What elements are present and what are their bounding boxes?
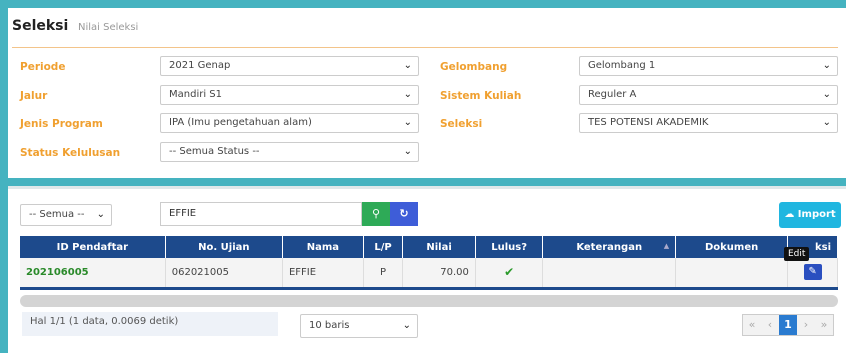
check-icon: ✔ <box>504 265 515 280</box>
col-nilai[interactable]: Nilai <box>402 236 476 258</box>
col-keterangan-label: Keterangan <box>576 241 643 253</box>
cell-nama: EFFIE <box>282 258 364 290</box>
status-kelulusan-value: -- Semua Status -- <box>169 146 260 157</box>
cell-no-ujian: 062021005 <box>165 258 283 290</box>
periode-select[interactable]: 2021 Genap ⌄ <box>160 56 419 76</box>
table-row: 202106005 062021005 EFFIE P 70.00 ✔ ✎ <box>20 258 838 290</box>
chevron-down-icon: ⌄ <box>403 89 412 100</box>
gelombang-value: Gelombang 1 <box>588 60 656 71</box>
cell-keterangan <box>542 258 677 290</box>
next-page-button[interactable]: › <box>797 315 815 335</box>
chevron-down-icon: ⌄ <box>822 60 831 71</box>
jalur-label: Jalur <box>20 90 48 102</box>
search-input[interactable]: EFFIE <box>160 202 362 226</box>
seleksi-select[interactable]: TES POTENSI AKADEMIK ⌄ <box>579 113 838 133</box>
periode-value: 2021 Genap <box>169 60 231 71</box>
jenis-program-label: Jenis Program <box>20 118 103 130</box>
seleksi-value: TES POTENSI AKADEMIK <box>588 117 709 128</box>
chevron-down-icon: ⌄ <box>96 209 105 220</box>
col-lulus[interactable]: Lulus? <box>475 236 544 258</box>
results-panel: -- Semua -- ⌄ EFFIE ⚲ ↻ ☁ Import ID Pend… <box>8 186 846 353</box>
page-1-button[interactable]: 1 <box>779 315 797 335</box>
col-nama[interactable]: Nama <box>282 236 364 258</box>
cell-dokumen <box>675 258 789 290</box>
chevron-down-icon: ⌄ <box>822 117 831 128</box>
status-kelulusan-select[interactable]: -- Semua Status -- ⌄ <box>160 142 419 162</box>
page-header: Seleksi Nilai Seleksi <box>12 12 838 48</box>
seleksi-label: Seleksi <box>440 118 483 130</box>
chevron-down-icon: ⌄ <box>822 89 831 100</box>
edit-button[interactable]: ✎ <box>803 264 822 281</box>
rows-per-page-select[interactable]: 10 baris ⌄ <box>300 314 418 338</box>
page-subtitle: Nilai Seleksi <box>78 22 139 33</box>
id-pendaftar-link[interactable]: 202106005 <box>26 267 89 278</box>
pagination: « ‹ 1 › » <box>742 314 834 336</box>
cloud-upload-icon: ☁ <box>784 209 795 220</box>
status-kelulusan-label: Status Kelulusan <box>20 147 121 159</box>
cell-aksi: ✎ <box>787 258 838 290</box>
horizontal-scrollbar[interactable] <box>20 295 838 307</box>
search-icon: ⚲ <box>371 207 381 220</box>
chevron-down-icon: ⌄ <box>403 117 412 128</box>
jalur-value: Mandiri S1 <box>169 89 222 100</box>
cell-lp: P <box>363 258 404 290</box>
cell-nilai: 70.00 <box>402 258 476 290</box>
col-id-pendaftar[interactable]: ID Pendaftar <box>20 236 166 258</box>
chevron-down-icon: ⌄ <box>403 60 412 71</box>
sistem-kuliah-value: Reguler A <box>588 89 637 100</box>
col-keterangan[interactable]: Keterangan ▲ <box>542 236 677 258</box>
cell-id-pendaftar[interactable]: 202106005 <box>20 258 166 290</box>
prev-page-button[interactable]: ‹ <box>761 315 779 335</box>
jenis-program-value: IPA (Imu pengetahuan alam) <box>169 117 312 128</box>
chevron-down-icon: ⌄ <box>402 320 411 331</box>
rows-per-page-value: 10 baris <box>309 320 350 331</box>
page-title: Seleksi <box>12 18 69 34</box>
pagination-status: Hal 1/1 (1 data, 0.0069 detik) <box>22 312 278 336</box>
periode-label: Periode <box>20 61 66 73</box>
jenis-program-select[interactable]: IPA (Imu pengetahuan alam) ⌄ <box>160 113 419 133</box>
divider <box>8 186 846 189</box>
table-header-row: ID Pendaftar No. Ujian Nama L/P Nilai Lu… <box>20 236 838 258</box>
filter-select-value: -- Semua -- <box>29 209 85 220</box>
col-dokumen[interactable]: Dokumen <box>675 236 789 258</box>
search-button[interactable]: ⚲ <box>362 202 390 226</box>
refresh-button[interactable]: ↻ <box>390 202 418 226</box>
jalur-select[interactable]: Mandiri S1 ⌄ <box>160 85 419 105</box>
last-page-button[interactable]: » <box>815 315 833 335</box>
sort-asc-icon: ▲ <box>663 242 670 250</box>
edit-tooltip: Edit <box>784 247 810 261</box>
chevron-down-icon: ⌄ <box>403 146 412 157</box>
filter-select[interactable]: -- Semua -- ⌄ <box>20 204 112 226</box>
gelombang-label: Gelombang <box>440 61 508 73</box>
cell-lulus: ✔ <box>475 258 544 290</box>
sistem-kuliah-label: Sistem Kuliah <box>440 90 522 102</box>
import-button[interactable]: ☁ Import <box>779 202 841 228</box>
first-page-button[interactable]: « <box>743 315 761 335</box>
results-table: ID Pendaftar No. Ujian Nama L/P Nilai Lu… <box>20 236 838 290</box>
pencil-icon: ✎ <box>808 266 817 278</box>
gelombang-select[interactable]: Gelombang 1 ⌄ <box>579 56 838 76</box>
filter-panel: Seleksi Nilai Seleksi Periode 2021 Genap… <box>8 8 846 178</box>
refresh-icon: ↻ <box>399 207 409 220</box>
sistem-kuliah-select[interactable]: Reguler A ⌄ <box>579 85 838 105</box>
col-lp[interactable]: L/P <box>363 236 404 258</box>
import-label: Import <box>797 209 836 220</box>
col-no-ujian[interactable]: No. Ujian <box>165 236 283 258</box>
